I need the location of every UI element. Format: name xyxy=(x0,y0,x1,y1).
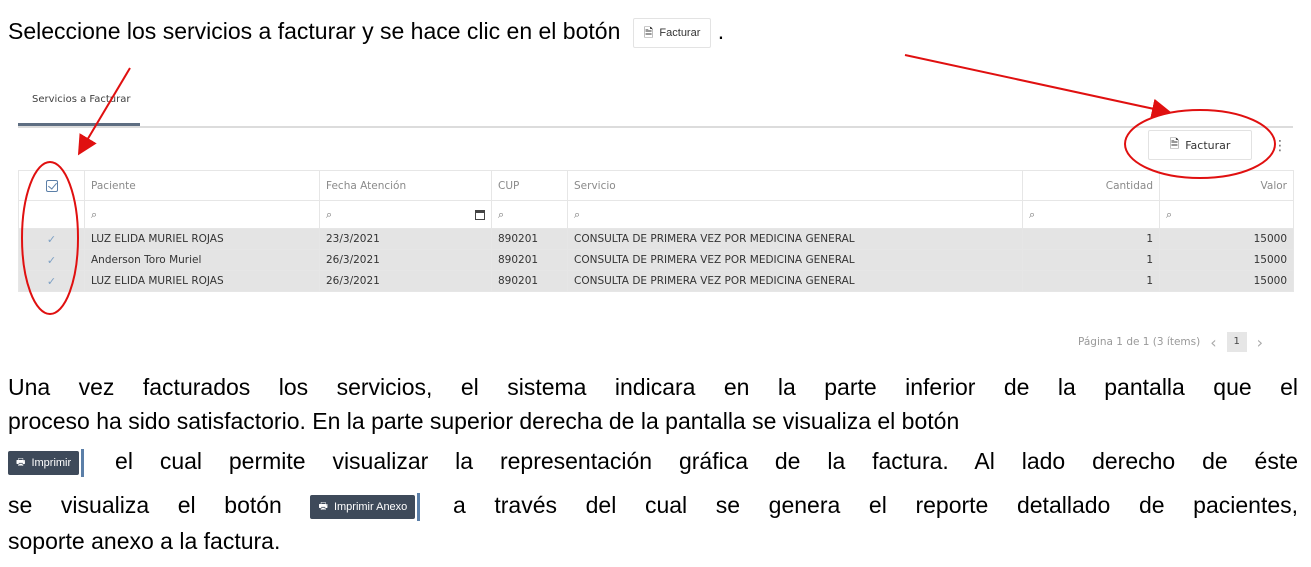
check-icon: ✓ xyxy=(46,232,57,246)
table-row[interactable]: ✓ Anderson Toro Muriel 26/3/2021 890201 … xyxy=(18,249,1294,271)
paragraph-line-5: soporte anexo a la factura. xyxy=(8,524,280,558)
cell-servicio: CONSULTA DE PRIMERA VEZ POR MEDICINA GEN… xyxy=(567,270,1023,292)
column-header-fecha[interactable]: Fecha Atención xyxy=(319,170,492,201)
intro-text: Seleccione los servicios a facturar y se… xyxy=(8,18,621,44)
search-icon: ⌕ xyxy=(326,207,333,221)
cell-paciente: LUZ ELIDA MURIEL ROJAS xyxy=(84,228,320,250)
column-header-valor[interactable]: Valor xyxy=(1159,170,1294,201)
row-checkbox[interactable]: ✓ xyxy=(18,249,85,271)
pager-info: Página 1 de 1 (3 ítems) xyxy=(1078,336,1201,348)
separator xyxy=(417,492,421,521)
filter-fecha[interactable]: ⌕ xyxy=(319,200,492,229)
paragraph-line-2: proceso ha sido satisfactorio. En la par… xyxy=(8,404,959,438)
search-icon: ⌕ xyxy=(91,207,98,221)
pager-current-page[interactable]: 1 xyxy=(1226,332,1247,352)
checkbox-icon xyxy=(45,179,58,192)
imprimir-anexo-label: Imprimir Anexo xyxy=(333,500,408,513)
cell-paciente: LUZ ELIDA MURIEL ROJAS xyxy=(84,270,320,292)
invoice-icon: 🗎 xyxy=(643,25,654,40)
check-icon: ✓ xyxy=(46,253,57,267)
column-header-cantidad[interactable]: Cantidad xyxy=(1022,170,1160,201)
row-checkbox[interactable]: ✓ xyxy=(18,228,85,250)
filter-row: ⌕ ⌕ ⌕ ⌕ ⌕ ⌕ xyxy=(18,200,1294,229)
filter-valor[interactable]: ⌕ xyxy=(1159,200,1294,229)
cell-servicio: CONSULTA DE PRIMERA VEZ POR MEDICINA GEN… xyxy=(567,228,1023,250)
facturar-inline-button: 🗎 Facturar xyxy=(632,17,712,48)
more-options-icon[interactable]: ⋮ xyxy=(1270,136,1290,156)
intro-trail: . xyxy=(717,18,725,44)
cell-cantidad: 1 xyxy=(1022,249,1160,271)
cell-valor: 15000 xyxy=(1159,249,1294,271)
column-header-paciente[interactable]: Paciente xyxy=(84,170,320,201)
paragraph-text: soporte anexo a la factura. xyxy=(8,528,281,554)
cell-fecha: 26/3/2021 xyxy=(319,270,492,292)
services-table: Paciente Fecha Atención CUP Servicio Can… xyxy=(18,170,1294,292)
imprimir-inline-button: 🖶 Imprimir xyxy=(8,450,80,475)
search-icon: ⌕ xyxy=(498,207,505,221)
facturar-button-label: Facturar xyxy=(1185,138,1231,152)
cell-fecha: 23/3/2021 xyxy=(319,228,492,250)
paragraph-text: el cual permite visualizar la representa… xyxy=(115,448,1298,474)
tab-servicios-a-facturar[interactable]: Servicios a Facturar xyxy=(18,82,144,126)
print-icon: 🖶 xyxy=(16,456,26,468)
filter-servicio[interactable]: ⌕ xyxy=(567,200,1023,229)
facturar-inline-label: Facturar xyxy=(659,26,701,39)
paragraph-text: proceso ha sido satisfactorio. En la par… xyxy=(8,408,960,434)
cell-servicio: CONSULTA DE PRIMERA VEZ POR MEDICINA GEN… xyxy=(567,249,1023,271)
intro-line: Seleccione los servicios a facturar y se… xyxy=(8,14,724,48)
print-icon: 🖶 xyxy=(318,500,328,512)
prev-page-icon[interactable]: ‹ xyxy=(1210,333,1216,352)
filter-cell-empty xyxy=(18,200,85,229)
next-page-icon[interactable]: › xyxy=(1257,333,1263,352)
cell-cantidad: 1 xyxy=(1022,270,1160,292)
cell-fecha: 26/3/2021 xyxy=(319,249,492,271)
select-all-checkbox[interactable] xyxy=(18,170,85,201)
paragraph-line-1: Una vez facturados los servicios, el sis… xyxy=(8,370,1298,404)
paragraph-text: a través del cual se genera el reporte d… xyxy=(452,492,1299,518)
imprimir-label: Imprimir xyxy=(31,456,72,469)
filter-cantidad[interactable]: ⌕ xyxy=(1022,200,1160,229)
search-icon: ⌕ xyxy=(1029,207,1036,221)
paragraph-text: Una vez facturados los servicios, el sis… xyxy=(8,374,1298,400)
paragraph-text: se visualiza el botón xyxy=(8,492,282,518)
filter-cup[interactable]: ⌕ xyxy=(491,200,568,229)
search-icon: ⌕ xyxy=(574,207,581,221)
imprimir-anexo-inline-button: 🖶 Imprimir Anexo xyxy=(310,494,416,519)
pager: Página 1 de 1 (3 ítems) ‹ 1 › xyxy=(1078,332,1263,352)
search-icon: ⌕ xyxy=(1166,207,1173,221)
cell-cup: 890201 xyxy=(491,249,568,271)
facturar-button[interactable]: 🗎 Facturar xyxy=(1148,130,1252,160)
table-row[interactable]: ✓ LUZ ELIDA MURIEL ROJAS 23/3/2021 89020… xyxy=(18,228,1294,250)
cell-cup: 890201 xyxy=(491,270,568,292)
table-header-row: Paciente Fecha Atención CUP Servicio Can… xyxy=(18,170,1294,201)
tab-divider xyxy=(18,126,1293,128)
row-checkbox[interactable]: ✓ xyxy=(18,270,85,292)
cell-paciente: Anderson Toro Muriel xyxy=(84,249,320,271)
cell-valor: 15000 xyxy=(1159,228,1294,250)
cell-valor: 15000 xyxy=(1159,270,1294,292)
cell-cup: 890201 xyxy=(491,228,568,250)
separator xyxy=(81,448,85,477)
paragraph-line-3: 🖶 Imprimir el cual permite visualizar la… xyxy=(8,444,1298,478)
app-screenshot: Servicios a Facturar 🗎 Facturar ⋮ Pacien… xyxy=(18,82,1294,358)
filter-paciente[interactable]: ⌕ xyxy=(84,200,320,229)
column-header-cup[interactable]: CUP xyxy=(491,170,568,201)
paragraph-line-4: se visualiza el botón 🖶 Imprimir Anexo a… xyxy=(8,488,1298,522)
table-row[interactable]: ✓ LUZ ELIDA MURIEL ROJAS 26/3/2021 89020… xyxy=(18,270,1294,292)
invoice-icon: 🗎 xyxy=(1169,136,1180,151)
check-icon: ✓ xyxy=(46,274,57,288)
column-header-servicio[interactable]: Servicio xyxy=(567,170,1023,201)
cell-cantidad: 1 xyxy=(1022,228,1160,250)
calendar-icon[interactable] xyxy=(475,209,485,220)
